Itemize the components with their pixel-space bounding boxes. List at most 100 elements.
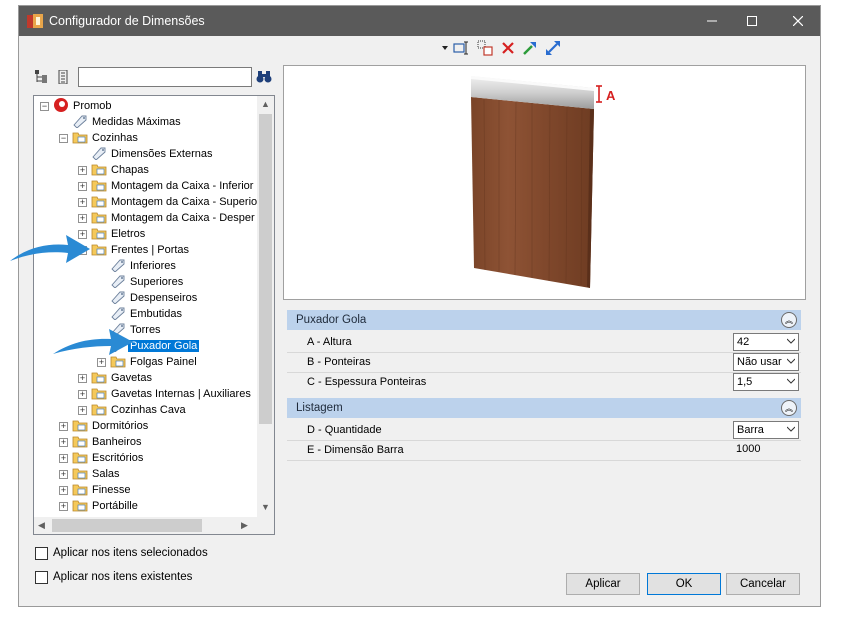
copy-dimension-icon[interactable] (477, 40, 493, 56)
promob-logo-icon (54, 97, 68, 112)
expand-tree-icon[interactable] (35, 70, 49, 87)
dimensao-barra-field[interactable]: 1000 (733, 441, 799, 459)
prop-row-ponteiras[interactable]: B - Ponteiras Não usar (287, 352, 801, 372)
group-puxador-gola[interactable]: Puxador Gola ︽ (287, 310, 801, 330)
expand-icon[interactable]: + (59, 470, 68, 479)
tree-item[interactable]: Salas (72, 466, 122, 482)
ok-button[interactable]: OK (647, 573, 721, 595)
apply-button[interactable]: Aplicar (566, 573, 640, 595)
expand-icon[interactable]: + (78, 374, 87, 383)
apply-selected-option[interactable]: Aplicar nos itens selecionados (35, 545, 208, 561)
promob-logo-icon (53, 97, 69, 116)
expand-icon[interactable]: + (78, 214, 87, 223)
tree-item[interactable]: Medidas Máximas (72, 114, 183, 130)
tree-vertical-scrollbar[interactable]: ▲ ▼ (257, 96, 274, 518)
tree-item[interactable]: Frentes | Portas (91, 242, 191, 258)
hscroll-thumb[interactable] (52, 519, 202, 532)
tree-item[interactable]: Promob (53, 97, 114, 116)
altura-select[interactable]: 42 (733, 333, 799, 351)
espessura-select[interactable]: 1,5 (733, 373, 799, 391)
arrow-up-right-icon[interactable] (522, 40, 538, 56)
dropdown-arrow-icon[interactable] (437, 40, 453, 56)
apply-existing-option[interactable]: Aplicar nos itens existentes (35, 569, 192, 585)
delete-icon[interactable] (500, 40, 516, 56)
prop-name: B - Ponteiras (307, 356, 371, 368)
group-listagem[interactable]: Listagem ︽ (287, 398, 801, 418)
tree-item[interactable]: Inferiores (110, 258, 178, 274)
tree-item[interactable]: Cozinhas (72, 130, 140, 146)
expand-icon[interactable]: + (78, 406, 87, 415)
maximize-button[interactable] (729, 6, 775, 36)
prop-row-altura[interactable]: A - Altura 42 (287, 332, 801, 352)
category-tree[interactable]: − Promob Medidas Máximas − Cozinhas Dimensões… (33, 95, 275, 535)
folder-icon (91, 196, 107, 207)
tree-item[interactable]: Chapas (91, 162, 151, 178)
apply-existing-label: Aplicar nos itens existentes (53, 571, 193, 583)
folder-icon (91, 194, 107, 211)
scroll-left-icon[interactable]: ◀ (38, 520, 45, 531)
scroll-thumb[interactable] (259, 114, 272, 424)
folder-icon (72, 466, 88, 483)
expand-icon[interactable]: + (78, 390, 87, 399)
collapse-icon[interactable]: ︽ (781, 400, 797, 416)
close-icon (793, 16, 803, 26)
tree-search-input[interactable] (78, 67, 252, 87)
collapse-tree-icon[interactable] (58, 69, 68, 87)
tag-icon (110, 306, 126, 323)
scroll-up-icon[interactable]: ▲ (261, 99, 270, 109)
tag-icon (92, 147, 106, 161)
tree-item[interactable]: Portábille (72, 498, 140, 514)
quantidade-select[interactable]: Barra (733, 421, 799, 439)
tree-item-label: Frentes | Portas (111, 244, 190, 256)
arrow-diagonal-icon[interactable] (545, 40, 561, 56)
tree-item[interactable]: Montagem da Caixa - Inferior (91, 178, 255, 194)
binoculars-icon[interactable] (256, 70, 272, 87)
tree-item[interactable]: Escritórios (72, 450, 145, 466)
group-title: Listagem (296, 402, 343, 414)
expand-icon[interactable]: + (78, 182, 87, 191)
tree-item[interactable]: Banheiros (72, 434, 144, 450)
prop-row-dimensao-barra[interactable]: E - Dimensão Barra 1000 (287, 440, 801, 460)
apply-selected-checkbox[interactable] (35, 546, 48, 560)
prop-name: A - Altura (307, 336, 352, 348)
tree-item[interactable]: Montagem da Caixa - Desper (91, 210, 257, 226)
expand-icon[interactable]: + (59, 454, 68, 463)
cancel-button[interactable]: Cancelar (726, 573, 800, 595)
folder-icon (91, 372, 107, 383)
tree-item[interactable]: Gavetas Internas | Auxiliares (91, 386, 253, 402)
expand-icon[interactable]: + (59, 486, 68, 495)
expand-icon[interactable]: + (78, 198, 87, 207)
prop-name: C - Espessura Ponteiras (307, 376, 427, 388)
tree-item[interactable]: Superiores (110, 274, 185, 290)
expand-icon[interactable]: + (59, 438, 68, 447)
tree-item[interactable]: Gavetas (91, 370, 154, 386)
tree-item[interactable]: Despenseiros (110, 290, 199, 306)
tree-horizontal-scrollbar[interactable]: ◀ ▶ (34, 517, 274, 534)
collapse-node-icon[interactable]: − (40, 102, 49, 111)
collapse-icon[interactable]: ︽ (781, 312, 797, 328)
expand-icon[interactable]: + (78, 166, 87, 175)
expand-icon[interactable]: + (97, 358, 106, 367)
expand-icon[interactable]: + (59, 502, 68, 511)
tree-item[interactable]: Dormitórios (72, 418, 150, 434)
scroll-down-icon[interactable]: ▼ (261, 502, 270, 512)
collapse-node-icon[interactable]: − (59, 134, 68, 143)
apply-existing-checkbox[interactable] (35, 570, 48, 584)
tree-item[interactable]: Cozinhas Cava (91, 402, 188, 418)
close-button[interactable] (775, 6, 821, 36)
folder-icon (72, 450, 88, 467)
ponteiras-select[interactable]: Não usar (733, 353, 799, 371)
prop-row-quantidade[interactable]: D - Quantidade Barra (287, 420, 801, 440)
prop-row-espessura[interactable]: C - Espessura Ponteiras 1,5 (287, 372, 801, 392)
tree-item[interactable]: Dimensões Externas (91, 146, 215, 162)
tree-item[interactable]: Eletros (91, 226, 147, 242)
tree-item[interactable]: Finesse (72, 482, 133, 498)
folder-icon (72, 498, 88, 515)
prop-name: D - Quantidade (307, 424, 382, 436)
tree-item[interactable]: Embutidas (110, 306, 184, 322)
text-frame-icon[interactable] (453, 40, 469, 56)
tree-toolbar (33, 65, 275, 91)
tree-item[interactable]: Montagem da Caixa - Superio (91, 194, 258, 210)
expand-icon[interactable]: + (59, 422, 68, 431)
scroll-right-icon[interactable]: ▶ (241, 520, 248, 531)
